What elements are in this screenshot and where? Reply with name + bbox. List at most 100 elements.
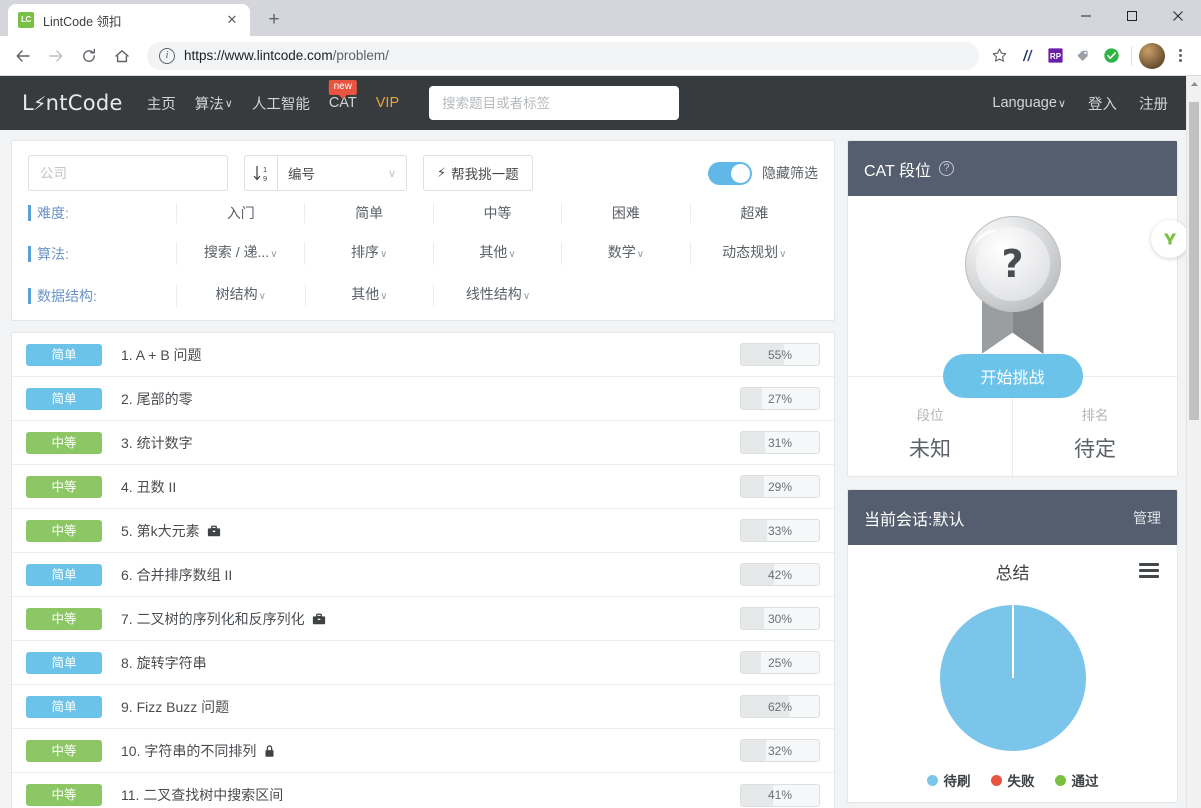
nav-item-home[interactable]: 主页 (147, 93, 176, 114)
table-row[interactable]: 中等7. 二叉树的序列化和反序列化30% (12, 597, 834, 641)
filter-option-label: 搜索 / 递... (204, 244, 269, 260)
site-logo[interactable]: L⚡ntCode (22, 91, 123, 115)
minimize-icon[interactable] (1063, 0, 1109, 32)
pick-problem-button[interactable]: ⚡ 帮我挑一题 (423, 155, 533, 191)
filter-option-other-algo[interactable]: 其他∨ (433, 242, 561, 265)
sort-ascending-icon[interactable]: 1 9 (245, 156, 277, 190)
browser-tab[interactable]: LC LintCode 领扣 ✕ (8, 4, 250, 36)
question-mark-icon[interactable]: ? (939, 161, 954, 176)
pie-chart-svg (933, 598, 1093, 758)
table-row[interactable]: 中等5. 第k大元素33% (12, 509, 834, 553)
problem-title[interactable]: 5. 第k大元素 (121, 521, 221, 541)
scrollbar-thumb[interactable] (1189, 102, 1199, 420)
filter-option-easy[interactable]: 简单 (304, 203, 432, 223)
avatar[interactable] (1139, 43, 1165, 69)
problem-title[interactable]: 8. 旋转字符串 (121, 653, 207, 673)
sort-select[interactable]: 编号 ∨ (277, 156, 406, 190)
close-icon[interactable] (1155, 0, 1201, 32)
youdao-green-logo-icon[interactable] (1151, 220, 1189, 258)
cat-stat-key: 排名 (1082, 404, 1109, 424)
table-row[interactable]: 简单8. 旋转字符串25% (12, 641, 834, 685)
kebab-menu-icon[interactable] (1167, 43, 1193, 69)
problem-title[interactable]: 9. Fizz Buzz 问题 (121, 697, 229, 717)
legend-item[interactable]: 待刷 (927, 770, 971, 790)
problem-title[interactable]: 1. A + B 问题 (121, 345, 202, 365)
filter-option-math[interactable]: 数学∨ (561, 242, 689, 265)
difficulty-badge: 简单 (26, 652, 102, 674)
filter-option-beginner[interactable]: 入门 (176, 203, 304, 223)
filter-option-linear[interactable]: 线性结构∨ (433, 284, 562, 307)
lightning-bolt-icon: ⚡ (33, 93, 47, 115)
filter-option-sorting[interactable]: 排序∨ (304, 242, 432, 265)
problem-title[interactable]: 11. 二叉查找树中搜索区间 (121, 785, 283, 805)
filter-option-hard[interactable]: 困难 (561, 203, 689, 223)
filter-option-tree[interactable]: 树结构∨ (176, 284, 305, 307)
company-input[interactable] (28, 155, 228, 191)
nav-item-cat[interactable]: newCAT (329, 95, 357, 111)
maximize-icon[interactable] (1109, 0, 1155, 32)
start-challenge-button[interactable]: 开始挑战 (943, 354, 1083, 398)
page-viewport: L⚡ntCode 主页 算法∨ 人工智能 newCAT VIP Language… (0, 76, 1201, 808)
table-row[interactable]: 简单9. Fizz Buzz 问题62% (12, 685, 834, 729)
problem-title[interactable]: 10. 字符串的不同排列 (121, 741, 276, 761)
legend-item[interactable]: 失败 (991, 770, 1035, 790)
table-row[interactable]: 中等 10. 字符串的不同排列 32% (12, 729, 834, 773)
table-row[interactable]: 中等11. 二叉查找树中搜索区间41% (12, 773, 834, 808)
legend-item[interactable]: 通过 (1055, 770, 1099, 790)
rp-extension-icon[interactable]: RP (1042, 43, 1068, 69)
problem-title[interactable]: 4. 丑数 II (121, 477, 176, 497)
anthropic-icon[interactable] (1014, 43, 1040, 69)
nav-item-language[interactable]: Language∨ (992, 95, 1066, 111)
acceptance-rate-bar: 33% (740, 519, 820, 542)
hide-filters-toggle[interactable] (708, 162, 752, 185)
lintcode-page: L⚡ntCode 主页 算法∨ 人工智能 newCAT VIP Language… (0, 76, 1190, 808)
filter-option-dp[interactable]: 动态规划∨ (690, 242, 818, 265)
problem-title[interactable]: 6. 合并排序数组 II (121, 565, 232, 585)
scroll-up-arrow-icon[interactable] (1187, 76, 1201, 92)
page-scrollbar[interactable] (1186, 76, 1201, 808)
filter-label-text: 数据结构: (37, 286, 97, 306)
search-input[interactable] (430, 87, 678, 119)
new-badge: new (329, 80, 357, 95)
nav-item-algorithms[interactable]: 算法∨ (195, 93, 233, 114)
problem-title[interactable]: 7. 二叉树的序列化和反序列化 (121, 609, 326, 629)
home-icon[interactable] (107, 41, 137, 71)
address-bar[interactable]: i https://www.lintcode.com/problem/ (147, 42, 979, 70)
nav-item-register[interactable]: 注册 (1139, 93, 1168, 114)
filter-option-search-recursion[interactable]: 搜索 / 递...∨ (176, 242, 304, 265)
acceptance-rate-bar: 32% (740, 739, 820, 762)
nav-item-login[interactable]: 登入 (1088, 93, 1117, 114)
problem-title[interactable]: 2. 尾部的零 (121, 389, 193, 409)
table-row[interactable]: 简单6. 合并排序数组 II42% (12, 553, 834, 597)
filter-option-other-ds[interactable]: 其他∨ (305, 284, 434, 307)
nav-item-ai[interactable]: 人工智能 (252, 93, 310, 114)
back-arrow-icon[interactable] (8, 41, 38, 71)
difficulty-badge: 中等 (26, 740, 102, 762)
table-row[interactable]: 简单 1. A + B 问题 55% (12, 333, 834, 377)
filter-option-super-hard[interactable]: 超难 (690, 203, 818, 223)
site-info-icon[interactable]: i (159, 48, 175, 64)
manage-session-link[interactable]: 管理 (1133, 508, 1161, 528)
table-row[interactable]: 中等3. 统计数字31% (12, 421, 834, 465)
page-content: 1 9 编号 ∨ ⚡ (0, 130, 1190, 808)
tab-close-icon[interactable]: ✕ (224, 12, 240, 28)
reload-icon[interactable] (74, 41, 104, 71)
pie-chart (848, 598, 1177, 758)
site-search[interactable] (429, 86, 679, 120)
tag-extension-icon[interactable] (1070, 43, 1096, 69)
problem-title[interactable]: 3. 统计数字 (121, 433, 193, 453)
filter-option-medium[interactable]: 中等 (433, 203, 561, 223)
nav-item-vip[interactable]: VIP (376, 95, 399, 111)
new-tab-button[interactable]: + (260, 6, 288, 34)
main-column: 1 9 编号 ∨ ⚡ (11, 140, 835, 808)
hamburger-menu-icon[interactable] (1139, 563, 1159, 578)
filter-row-label: 难度: (28, 203, 176, 223)
difficulty-badge: 简单 (26, 344, 102, 366)
bookmark-star-icon[interactable] (986, 43, 1012, 69)
cat-stat-value: 未知 (909, 433, 951, 463)
table-row[interactable]: 简单2. 尾部的零27% (12, 377, 834, 421)
legend-label: 待刷 (944, 770, 971, 790)
acceptance-rate-label: 55% (741, 344, 819, 365)
green-check-extension-icon[interactable] (1098, 43, 1124, 69)
table-row[interactable]: 中等4. 丑数 II29% (12, 465, 834, 509)
